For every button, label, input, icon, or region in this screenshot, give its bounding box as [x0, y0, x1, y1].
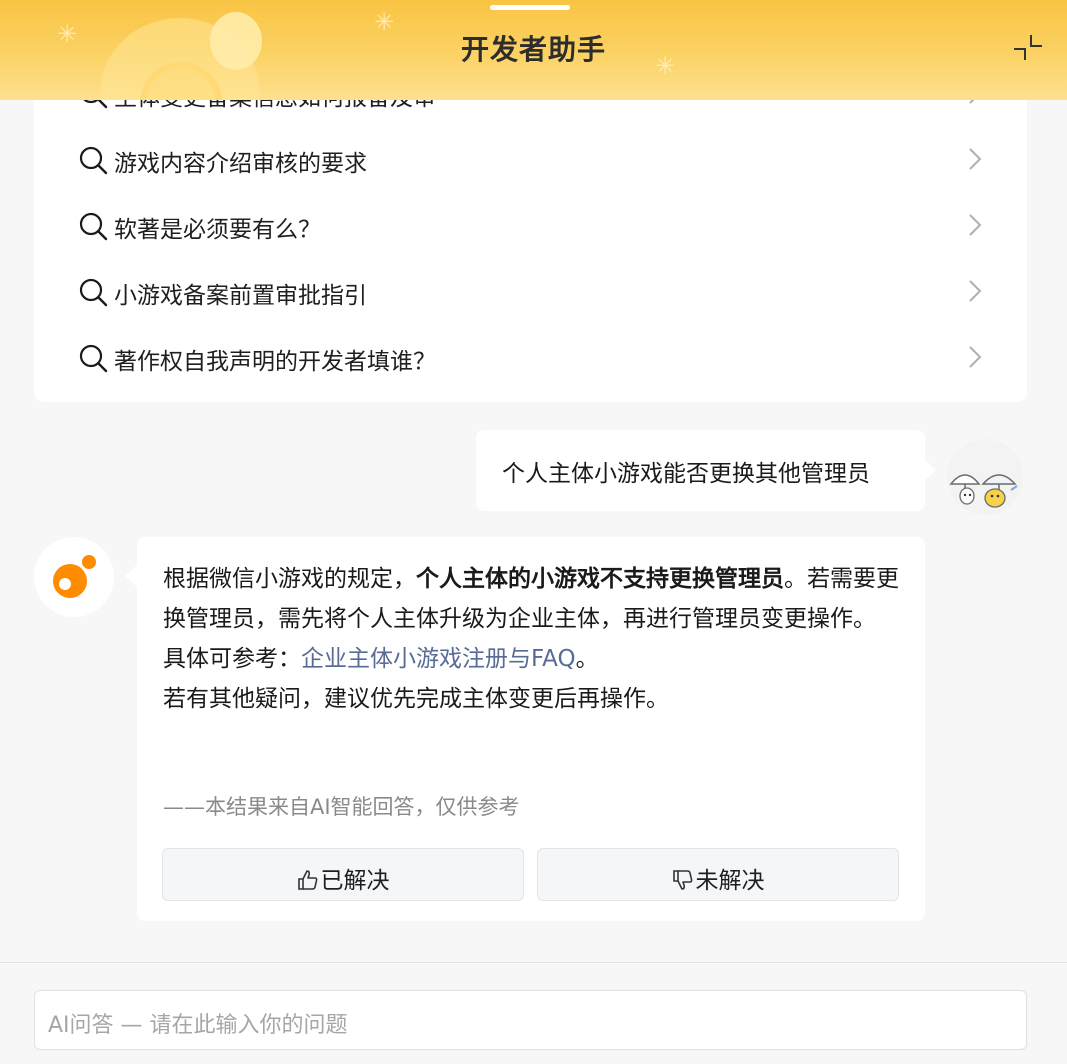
- search-icon: [79, 278, 108, 307]
- chevron-right-icon: [969, 280, 982, 302]
- reference-link[interactable]: 企业主体小游戏注册与FAQ: [301, 646, 576, 672]
- chevron-right-icon: [969, 148, 982, 170]
- assistant-message-bubble: 根据微信小游戏的规定，个人主体的小游戏不支持更换管理员。若需要更换管理员，需先将…: [125, 537, 925, 921]
- chevron-right-icon: [969, 346, 982, 368]
- assistant-logo-icon: [53, 555, 96, 598]
- faq-item[interactable]: 软著是必须要有么？: [78, 200, 983, 250]
- ai-disclaimer: ——本结果来自AI智能回答，仅供参考: [163, 795, 520, 819]
- user-message-bubble: 个人主体小游戏能否更换其他管理员: [476, 430, 936, 511]
- header-bar: ✳ ✳ ✳ 开发者助手: [0, 0, 1067, 100]
- chevron-right-icon: [969, 214, 982, 236]
- solved-label: 已解决: [320, 868, 390, 894]
- question-input-placeholder: AI问答 — 请在此输入你的问题: [48, 1013, 348, 1038]
- faq-item[interactable]: 游戏内容介绍审核的要求: [78, 134, 983, 184]
- search-icon: [79, 146, 108, 175]
- thumbs-down-icon: [672, 870, 692, 890]
- faq-item-label: 小游戏备案前置审批指引: [114, 283, 367, 309]
- question-input[interactable]: AI问答 — 请在此输入你的问题: [34, 990, 1027, 1050]
- unsolved-button[interactable]: 未解决: [537, 848, 899, 901]
- assistant-avatar: [34, 537, 114, 617]
- faq-item-label: 游戏内容介绍审核的要求: [114, 151, 367, 177]
- minimize-icon: [1014, 35, 1042, 60]
- assistant-answer: 根据微信小游戏的规定，个人主体的小游戏不支持更换管理员。若需要更换管理员，需先将…: [163, 559, 903, 719]
- reference-prefix: 具体可参考：: [163, 646, 301, 672]
- answer-emphasis: 个人主体的小游戏不支持更换管理员: [416, 566, 784, 592]
- page-title: 开发者助手: [460, 33, 606, 66]
- user-message-text: 个人主体小游戏能否更换其他管理员: [502, 461, 870, 487]
- faq-item-label: 著作权自我声明的开发者填谁？: [114, 349, 436, 375]
- drag-handle[interactable]: [490, 5, 570, 10]
- solved-button[interactable]: 已解决: [162, 848, 524, 901]
- faq-card: 主体变更备案信息如何报备及审 游戏内容介绍审核的要求 软著是必须要有么？ 小游戏…: [34, 60, 1027, 402]
- reference-suffix: 。: [575, 646, 599, 672]
- answer-text: 根据微信小游戏的规定，: [163, 566, 416, 592]
- faq-item[interactable]: 著作权自我声明的开发者填谁？: [78, 332, 983, 382]
- user-avatar: [947, 439, 1023, 515]
- minimize-button[interactable]: [1010, 30, 1046, 66]
- search-icon: [79, 212, 108, 241]
- search-icon: [79, 344, 108, 373]
- faq-item[interactable]: 小游戏备案前置审批指引: [78, 266, 983, 316]
- unsolved-label: 未解决: [695, 868, 765, 894]
- faq-item-label: 软著是必须要有么？: [114, 217, 321, 243]
- answer-closing: 若有其他疑问，建议优先完成主体变更后再操作。: [163, 686, 669, 712]
- thumbs-up-icon: [297, 870, 317, 890]
- footer-divider: [0, 962, 1067, 963]
